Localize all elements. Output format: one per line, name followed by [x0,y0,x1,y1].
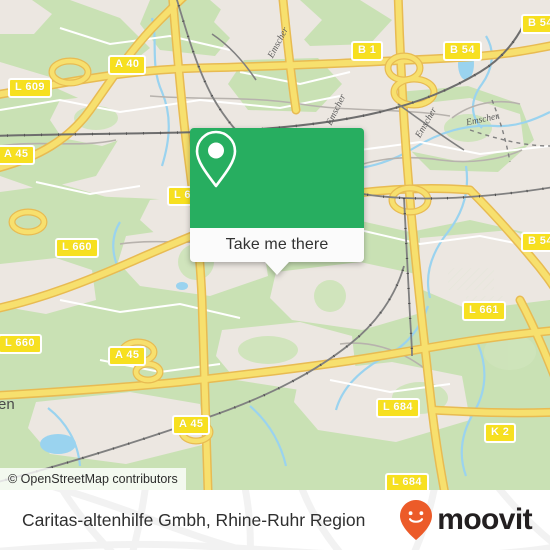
map-canvas[interactable]: A 40 L 609 A 45 L 660 L 660 A 45 A 45 L … [0,0,550,490]
page-title: Caritas-altenhilfe Gmbh, Rhine-Ruhr Regi… [22,509,366,530]
map-pin-icon [195,130,237,188]
pond-small [176,282,188,290]
osm-attribution[interactable]: © OpenStreetMap contributors [0,468,186,490]
road-shield: B 54 [443,41,482,61]
road-shield: A 45 [0,145,36,165]
callout-action[interactable]: Take me there [190,228,364,275]
road-shield: L 660 [0,334,42,354]
road-shield: L 684 [376,398,420,418]
road-shield: L 660 [55,238,99,258]
road-shield: K 2 [484,423,517,443]
lake [40,434,76,454]
callout-header [190,128,364,228]
road-shield: B 1 [351,41,384,61]
road-shield: A 40 [108,55,147,75]
road-shield: A 45 [172,415,211,435]
place-label: en [0,396,15,413]
callout-tail [265,262,289,275]
moovit-wordmark: moovit [437,503,532,536]
road-shield: L 684 [385,473,429,490]
moovit-logo[interactable]: moovit [399,490,533,550]
road-shield: B 54 [521,232,550,252]
road-shield: L 609 [8,78,52,98]
location-callout-card[interactable]: Take me there [190,128,364,275]
road-shield: B 54 [521,14,550,34]
bottom-bar: Caritas-altenhilfe Gmbh, Rhine-Ruhr Regi… [0,490,550,550]
road-shield: A 45 [108,346,147,366]
moovit-pin-icon [400,500,433,540]
take-me-there-label: Take me there [225,236,329,253]
screenshot-root: A 40 L 609 A 45 L 660 L 660 A 45 A 45 L … [0,0,550,550]
road-shield: L 661 [462,301,506,321]
